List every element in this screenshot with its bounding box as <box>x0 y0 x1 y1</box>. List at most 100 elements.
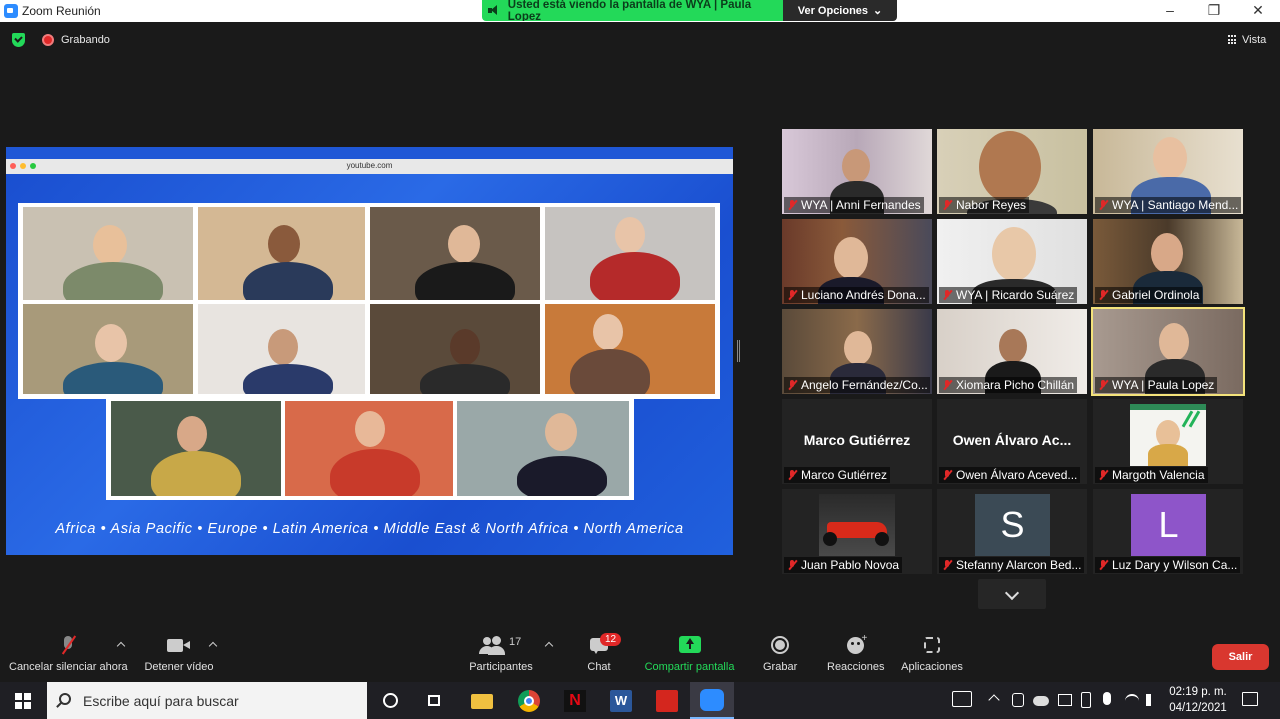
screen-share-banner: Usted está viendo la pantalla de WYA | P… <box>482 0 897 21</box>
apps-button[interactable]: Aplicaciones <box>900 634 964 673</box>
participant-name: Xiomara Picho Chillán <box>939 377 1078 393</box>
participant-tile[interactable]: Margoth Valencia <box>1093 399 1243 484</box>
acrobat-icon[interactable] <box>654 688 680 714</box>
mic-muted-icon <box>942 559 952 571</box>
gallery-tile <box>23 304 193 394</box>
mic-muted-icon <box>787 469 797 481</box>
file-explorer-icon[interactable] <box>469 688 495 714</box>
share-status-text: Usted está viendo la pantalla de WYA | P… <box>507 0 752 21</box>
speaker-icon <box>488 5 502 16</box>
record-button[interactable]: Grabar <box>763 634 797 673</box>
view-options-button[interactable]: Ver Opciones ⌄ <box>783 0 897 21</box>
participant-name: Luz Dary y Wilson Ca... <box>1095 557 1241 573</box>
participant-tile[interactable]: Luciano Andrés Dona... <box>782 219 932 304</box>
participant-tile[interactable]: WYA | Santiago Mend... <box>1093 129 1243 214</box>
participant-name: Marco Gutiérrez <box>784 467 891 483</box>
keyboard-icon[interactable] <box>952 691 972 707</box>
participant-tile[interactable]: WYA | Anni Fernandes <box>782 129 932 214</box>
search-placeholder: Escribe aquí para buscar <box>83 692 239 709</box>
participants-options-caret-icon[interactable] <box>544 641 554 651</box>
word-icon[interactable]: W <box>608 688 634 714</box>
recording-icon <box>42 34 54 46</box>
browser-bar: youtube.com <box>6 159 733 174</box>
participant-tile[interactable]: Marco Gutiérrez Marco Gutiérrez <box>782 399 932 484</box>
participants-button[interactable]: 17 Participantes <box>468 634 534 673</box>
tray-app-icon[interactable] <box>1012 693 1024 707</box>
participant-display-name: Marco Gutiérrez <box>803 432 911 448</box>
view-button[interactable]: Vista <box>1228 34 1266 46</box>
meeting-toolbar: Cancelar silenciar ahora Detener vídeo 1… <box>0 626 1280 682</box>
apps-icon <box>923 634 941 656</box>
windows-start-icon[interactable] <box>15 693 31 709</box>
chevron-down-icon: ⌄ <box>873 5 883 17</box>
task-view-icon[interactable] <box>422 688 448 714</box>
participants-icon: 17 <box>479 634 523 656</box>
participant-name: WYA | Anni Fernandes <box>784 197 924 213</box>
chevron-up-icon[interactable] <box>988 694 1000 706</box>
video-gallery-row <box>106 397 634 500</box>
restore-button[interactable]: ❐ <box>1192 0 1236 22</box>
close-window-button[interactable]: ✕ <box>1236 0 1280 22</box>
mic-muted-icon <box>787 199 797 211</box>
windows-taskbar: Escribe aquí para buscar N W 02:19 p. m.… <box>0 682 1280 719</box>
taskbar-clock[interactable]: 02:19 p. m. 04/12/2021 <box>1166 684 1230 716</box>
participant-tile[interactable]: Juan Pablo Novoa <box>782 489 932 574</box>
participant-tile[interactable]: Nabor Reyes <box>937 129 1087 214</box>
minimize-button[interactable]: – <box>1148 0 1192 22</box>
microphone-icon[interactable] <box>1103 692 1111 705</box>
participant-tile[interactable]: Gabriel Ordinola <box>1093 219 1243 304</box>
shared-screen[interactable]: youtube.com Africa • Asia Pacific • Euro… <box>6 147 733 555</box>
gallery-tile <box>285 401 453 496</box>
netflix-icon[interactable]: N <box>562 688 588 714</box>
participant-tile[interactable]: Xiomara Picho Chillán <box>937 309 1087 394</box>
clock-date: 04/12/2021 <box>1169 702 1227 714</box>
next-page-chevron-icon[interactable] <box>978 579 1046 609</box>
reactions-button[interactable]: + Reacciones <box>827 633 884 673</box>
wifi-icon[interactable] <box>1125 694 1139 708</box>
stop-video-button[interactable]: Detener vídeo <box>144 634 214 673</box>
gallery-tile <box>198 207 365 300</box>
leave-meeting-button[interactable]: Salir <box>1212 644 1269 670</box>
gallery-tile <box>370 304 540 394</box>
panel-resize-handle[interactable] <box>737 340 740 362</box>
gallery-tile <box>545 304 715 394</box>
regions-caption: Africa • Asia Pacific • Europe • Latin A… <box>55 521 684 537</box>
participant-name: Margoth Valencia <box>1095 467 1208 483</box>
mic-muted-icon <box>1098 469 1108 481</box>
avatar: S <box>975 494 1050 556</box>
participant-name: Luciano Andrés Dona... <box>784 287 929 303</box>
view-options-label: Ver Opciones <box>797 4 869 17</box>
unmute-button[interactable]: Cancelar silenciar ahora <box>9 634 128 673</box>
battery-icon[interactable] <box>1081 692 1091 708</box>
cloud-icon[interactable] <box>1033 696 1049 706</box>
mic-muted-icon <box>942 379 952 391</box>
share-screen-button[interactable]: Compartir pantalla <box>643 634 736 673</box>
mic-muted-icon <box>60 634 77 656</box>
search-icon <box>59 693 71 705</box>
cortana-icon[interactable] <box>378 688 404 714</box>
chrome-icon[interactable] <box>516 688 542 714</box>
participant-tile[interactable]: WYA | Ricardo Suárez <box>937 219 1087 304</box>
gallery-tile <box>370 207 540 300</box>
mic-muted-icon <box>942 289 952 301</box>
mic-muted-icon <box>787 379 797 391</box>
mic-muted-icon <box>1098 559 1108 571</box>
participant-tile[interactable]: Angelo Fernández/Co... <box>782 309 932 394</box>
volume-icon[interactable] <box>1146 694 1158 706</box>
participant-tile[interactable]: S Stefanny Alarcon Bed... <box>937 489 1087 574</box>
taskbar-search-input[interactable]: Escribe aquí para buscar <box>47 682 367 719</box>
gallery-tile <box>545 207 715 300</box>
participant-name: Angelo Fernández/Co... <box>784 377 930 393</box>
gallery-tile <box>457 401 629 496</box>
security-shield-icon[interactable] <box>12 33 25 47</box>
notifications-icon[interactable] <box>1242 692 1258 706</box>
chat-unread-badge: 12 <box>600 633 622 646</box>
participant-tile[interactable]: L Luz Dary y Wilson Ca... <box>1093 489 1243 574</box>
participant-tile-active-speaker[interactable]: WYA | Paula Lopez <box>1091 307 1245 396</box>
dropbox-icon[interactable] <box>1058 694 1072 706</box>
zoom-taskbar-icon[interactable] <box>690 682 734 719</box>
participant-tile[interactable]: Owen Álvaro Ac... Owen Álvaro Aceved... <box>937 399 1087 484</box>
participants-count: 17 <box>509 636 522 648</box>
recording-label: Grabando <box>61 34 110 46</box>
video-gallery <box>18 203 720 399</box>
